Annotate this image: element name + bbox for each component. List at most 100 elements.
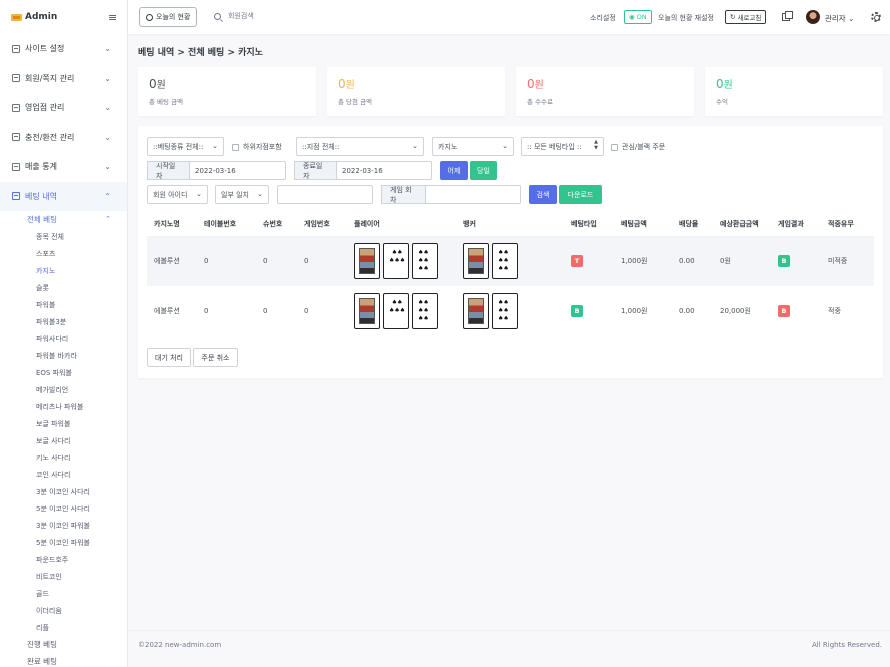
today-status-label: 오늘의 현황 [156,13,191,21]
sidebar-sub-item[interactable]: 리플 [0,619,127,636]
sidebar-sub-item[interactable]: 파운드호주 [0,551,127,568]
sidebar-item-deposit[interactable]: 충전/환전 관리 ⌄ [0,123,127,153]
sidebar-sub-item[interactable]: 코인 사다리 [0,466,127,483]
copy-icon[interactable] [782,11,793,21]
stat-label: 총 수수료 [527,98,553,106]
sidebar-sub-item[interactable]: 3분 이코인 사다리 [0,483,127,500]
member-input[interactable] [277,185,373,204]
stat-card-total-fee: 0원 총 수수료 [516,67,694,116]
chevron-down-icon: ⌄ [502,142,508,150]
sound-toggle[interactable]: ◉ ON [624,10,652,24]
player-cards: ♠♠ ♠♠♠ ♠♠ ♠♠ ♠♠ [347,286,456,336]
sidebar-item-label: 회원/쪽지 관리 [25,73,75,83]
admin-menu[interactable]: 관리자 ⌄ [825,13,854,24]
game-value: 카지노 [438,142,458,151]
branch-select[interactable]: ::지점 전체:: ⌄ [296,137,424,156]
sidebar-sub-item[interactable]: 종목 전체 [0,228,127,245]
end-date-input[interactable]: 2022-03-16 [336,161,432,180]
stat-value: 0 [527,77,535,91]
odds: 0.00 [672,236,713,286]
logo-text: Admin [25,12,58,22]
bet-type-select[interactable]: :: 모든 베팅타입 :: ▲ ▼ [521,137,604,156]
bet-amount[interactable]: 1,000원 [614,286,672,336]
wait-process-button[interactable]: 대기 처리 [147,348,191,367]
hit-status: 미적중 [821,236,874,286]
sidebar-item-branches[interactable]: 영업점 관리 ⌄ [0,93,127,123]
sidebar-item-betting[interactable]: 베팅 내역 ⌃ [0,181,127,211]
sidebar-sub-item[interactable]: 보글 사다리 [0,432,127,449]
table-row[interactable]: 에볼루션 0 0 0 ♠♠ ♠♠♠ ♠♠ ♠♠ ♠♠ ♠♠ ♠♠ ♠♠ B 1,000원 … [147,286,874,336]
stat-card-total-bet: 0원 총 베팅 금액 [138,67,316,116]
start-date-input[interactable]: 2022-03-16 [189,161,286,180]
sidebar-sub-item[interactable]: 파워볼3분 [0,313,127,330]
stat-label: 수익 [716,98,728,106]
sidebar-sub-item[interactable]: 5분 이코인 사다리 [0,500,127,517]
interest-checkbox[interactable]: 관심/블랙 주문 [611,142,665,152]
sidebar-item-label: 영업점 관리 [25,103,65,113]
member-field-select[interactable]: 회원 아이디 ⌄ [147,185,208,204]
building-icon [12,162,20,171]
checkbox-box[interactable] [232,143,239,151]
sidebar-sub-item-casino[interactable]: 카지노 [0,262,127,279]
sidebar-sub-item[interactable]: 파워볼 [0,296,127,313]
sidebar-sub-item[interactable]: 메가빌리언 [0,381,127,398]
sidebar-sub-all-betting[interactable]: 전체 베팅 ⌃ [0,211,127,228]
sidebar-sub-item[interactable]: 메리츠나 파워볼 [0,398,127,415]
sidebar-sub-item[interactable]: 슬롯 [0,279,127,296]
search-button[interactable]: 검색 [529,185,557,204]
sidebar-sub-active-bets[interactable]: 진행 베팅 [0,636,127,653]
stat-value: 0 [338,77,346,91]
bet-kind-select[interactable]: ::베팅종류 전체:: ⌄ [147,137,224,156]
sidebar-sub-item[interactable]: 3분 이코인 파워볼 [0,517,127,534]
playing-card-queen-icon [354,243,380,280]
chevron-down-icon: ⌄ [104,73,111,83]
sidebar-sub-item[interactable]: 보글 파워볼 [0,415,127,432]
match-select[interactable]: 일부 일치 ⌄ [215,185,269,204]
column-header: 카지노명 [147,212,197,237]
include-sub-checkbox[interactable]: 하위지점포함 [232,142,282,152]
today-status-button[interactable]: 오늘의 현황 [139,7,198,27]
sidebar-sub-item[interactable]: EOS 파워볼 [0,364,127,381]
column-header: 예상환급금액 [713,212,771,237]
hamburger-icon[interactable]: ≡ [108,12,117,23]
footer-copyright: ©2022 new-admin.com [138,641,222,649]
sidebar-sub-finished-bets[interactable]: 완료 베팅 [0,653,127,667]
member-search[interactable]: 회원검색 [214,11,254,21]
bet-amount[interactable]: 1,000원 [614,236,672,286]
sidebar-sub-item[interactable]: 5분 이코인 파워볼 [0,534,127,551]
sidebar-item-members[interactable]: 회원/쪽지 관리 ⌄ [0,64,127,94]
sidebar-sub-label: 전체 베팅 [27,215,57,224]
betting-table: 카지노명 테이블번호 슈번호 게임번호 플레이어 뱅커 베팅타입 베팅금액 배당… [147,212,874,336]
yesterday-button[interactable]: 어제 [440,161,468,180]
game-select[interactable]: 카지노 ⌄ [432,137,514,156]
today-button[interactable]: 당일 [470,161,497,180]
banker-cards: ♠♠ ♠♠ ♠♠ [456,236,564,286]
game-round-input[interactable] [425,185,521,204]
sidebar-sub-item[interactable]: 키노 사다리 [0,449,127,466]
sidebar-sub-item[interactable]: 파워사다리 [0,330,127,347]
cancel-order-button[interactable]: 주문 취소 [193,348,238,367]
bet-type-cell: B [564,286,614,336]
table-row[interactable]: 에볼루션 0 0 0 ♠♠ ♠♠♠ ♠♠ ♠♠ ♠♠ ♠♠ ♠♠ ♠♠ T 1,000원 … [147,236,874,286]
sidebar-item-sales[interactable]: 매출 통계 ⌄ [0,152,127,182]
stat-value: 0 [149,77,157,91]
game-result-badge: B [778,255,790,268]
sidebar-sub-item[interactable]: 이더리움 [0,602,127,619]
shoe-number: 0 [256,236,297,286]
gear-icon[interactable] [871,12,881,22]
casino-name: 에볼루션 [147,236,197,286]
sidebar-sub-item[interactable]: 비트코인 [0,568,127,585]
sidebar-sub-item[interactable]: 골드 [0,585,127,602]
sidebar-item-site-settings[interactable]: 사이트 설정 ⌄ [0,34,127,64]
stat-label: 총 당첨 금액 [338,98,373,106]
download-button[interactable]: 다운로드 [559,185,602,204]
table-number: 0 [204,307,209,315]
clock-icon [146,13,153,21]
sidebar-sub-item[interactable]: 파워볼 바카라 [0,347,127,364]
game-result-badge: B [778,305,790,317]
checkbox-box[interactable] [611,143,618,151]
avatar[interactable] [806,10,820,24]
column-header: 테이블번호 [197,212,256,237]
refresh-button[interactable]: ↻ 새로고침 [725,10,767,24]
sidebar-sub-item[interactable]: 스포츠 [0,245,127,262]
